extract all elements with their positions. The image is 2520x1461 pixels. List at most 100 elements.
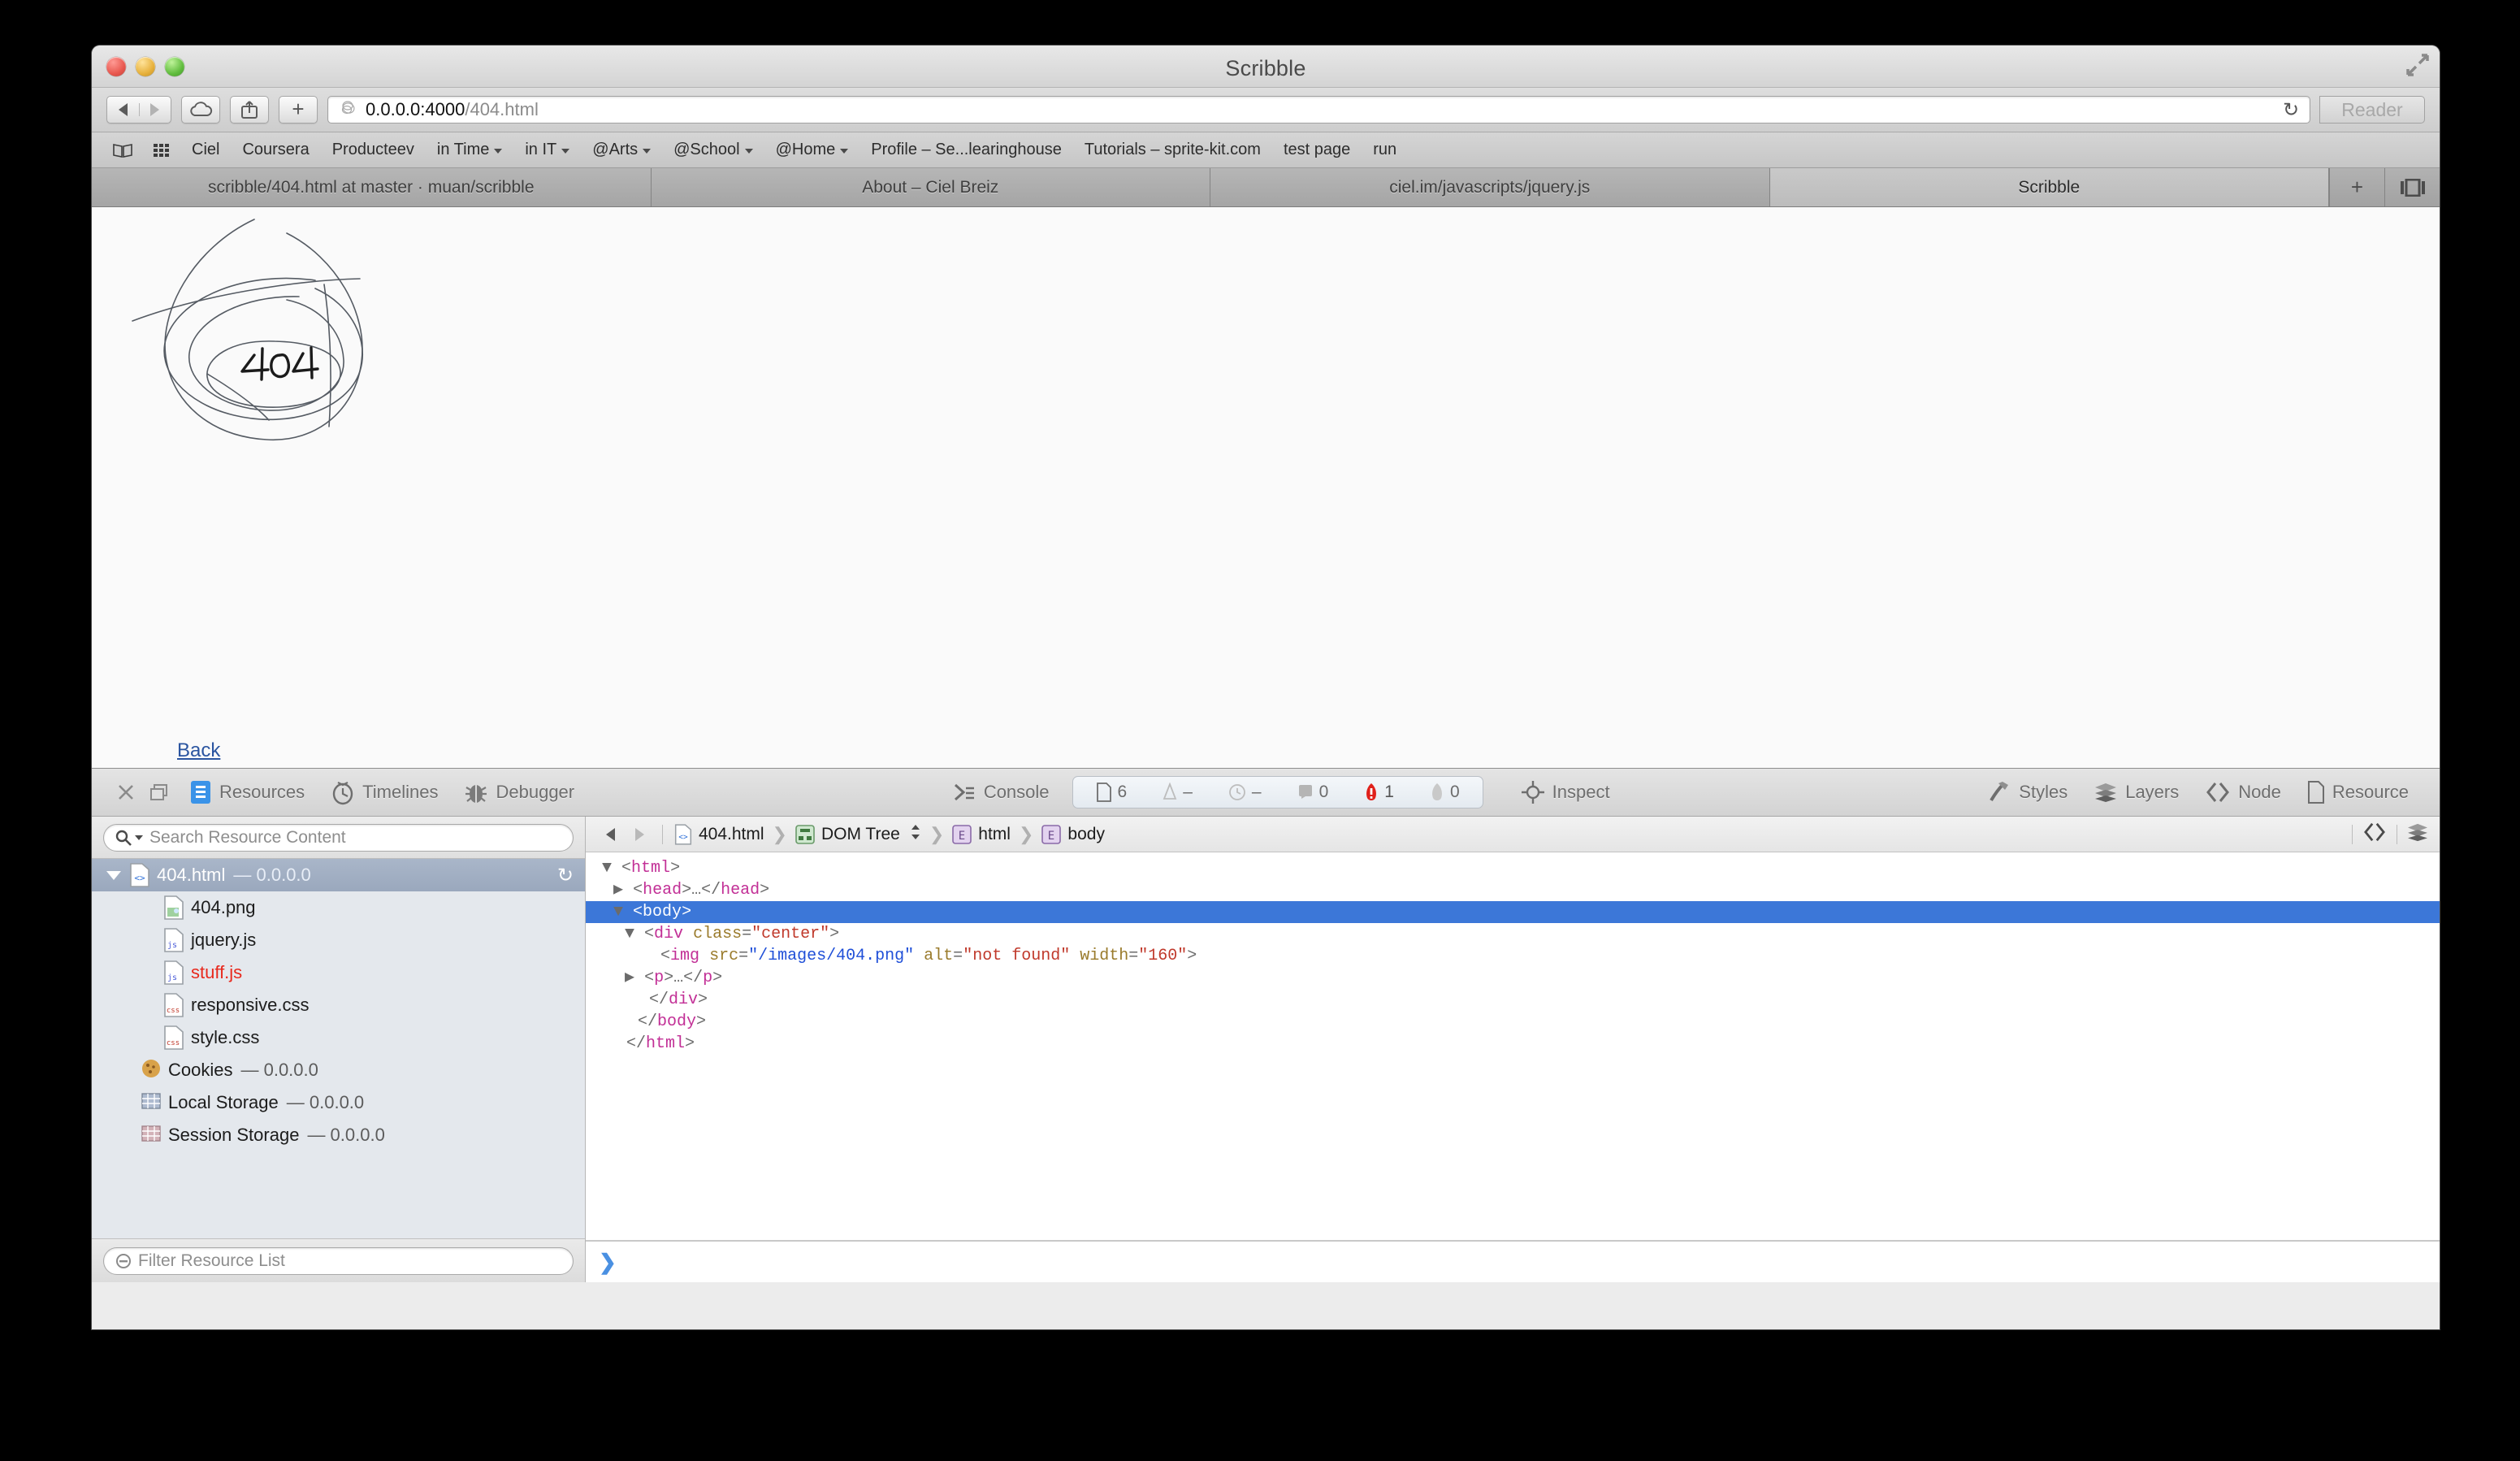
tab-timelines[interactable]: Timelines <box>318 779 451 805</box>
chevron-down-icon[interactable] <box>744 148 753 154</box>
icloud-tabs-button[interactable] <box>181 96 220 124</box>
disclosure-triangle-icon[interactable]: ▶ <box>625 969 634 987</box>
browser-tab-3[interactable]: Scribble <box>1769 168 2329 206</box>
reload-icon[interactable]: ↻ <box>2272 98 2310 122</box>
bookmark-8[interactable]: Profile – Se...learinghouse <box>862 137 1071 163</box>
add-bookmark-button[interactable]: + <box>279 96 318 124</box>
breadcrumb-layers-icon[interactable] <box>2405 822 2430 846</box>
disclosure-triangle-icon[interactable] <box>106 870 121 880</box>
dom-node-row[interactable]: </div> <box>586 989 2440 1011</box>
tab-styles[interactable]: Styles <box>1974 780 2081 804</box>
resource-item-Cookies[interactable]: Cookies — 0.0.0.0 <box>92 1054 585 1086</box>
dom-tree[interactable]: ▼ <html> ▶ <head>…</head> ▼ <body> ▼ <div c… <box>586 852 2440 1240</box>
filter-resource-placeholder: Filter Resource List <box>138 1251 285 1270</box>
dom-node-row[interactable]: <img src="/images/404.png" alt="not foun… <box>586 945 2440 967</box>
tab-resources[interactable]: Resources <box>176 779 318 805</box>
bookmark-3[interactable]: in Time <box>428 137 511 163</box>
dock-inspector-icon[interactable] <box>142 783 176 802</box>
resource-item-Local Storage[interactable]: Local Storage — 0.0.0.0 <box>92 1086 585 1119</box>
stat-time[interactable]: – <box>1210 783 1279 802</box>
chevron-down-icon[interactable] <box>840 148 849 154</box>
resource-item-jquery-js[interactable]: js jquery.js <box>92 924 585 956</box>
stat-errors[interactable]: 1 <box>1346 783 1412 802</box>
stat-warnings[interactable]: 0 <box>1412 783 1478 802</box>
breadcrumb-node-icon[interactable] <box>2361 822 2388 847</box>
search-resource-input[interactable]: Search Resource Content <box>103 823 574 852</box>
close-inspector-icon[interactable] <box>110 783 142 802</box>
breadcrumb-forward-icon[interactable] <box>625 827 654 841</box>
chevron-down-icon[interactable] <box>561 148 570 154</box>
show-all-tabs-icon[interactable] <box>2384 168 2440 206</box>
dom-node-row[interactable]: ▼ <div class="center"> <box>586 923 2440 945</box>
filter-resource-input[interactable]: Filter Resource List <box>103 1246 574 1275</box>
bookmark-6[interactable]: @School <box>665 137 761 163</box>
tab-layers[interactable]: Layers <box>2081 782 2192 803</box>
bookmark-label: in IT <box>525 141 557 158</box>
address-bar[interactable]: 0.0.0.0:4000/404.html ↻ <box>327 96 2310 124</box>
top-sites-icon[interactable] <box>145 140 178 161</box>
breadcrumb-item-body[interactable]: Ebody <box>1038 825 1108 844</box>
breadcrumb-item-DOM-Tree[interactable]: DOM Tree <box>792 823 924 846</box>
resource-item-style-css[interactable]: css style.css <box>92 1021 585 1054</box>
resource-item-responsive-css[interactable]: css responsive.css <box>92 989 585 1021</box>
web-inspector: Resources Timelines Debugger Console 6 –… <box>92 768 2440 1282</box>
fullscreen-icon[interactable] <box>2401 50 2435 80</box>
bookmark-0[interactable]: Ciel <box>183 137 228 163</box>
chevron-down-icon[interactable] <box>494 148 503 154</box>
breadcrumb-back-icon[interactable] <box>595 827 625 841</box>
breadcrumb-item-html[interactable]: Ehtml <box>949 825 1014 844</box>
tab-console[interactable]: Console <box>939 781 1063 804</box>
bookmark-11[interactable]: run <box>1364 137 1405 163</box>
breadcrumb-stepper-icon[interactable] <box>910 823 921 846</box>
console-prompt[interactable]: ❯ <box>586 1240 2440 1282</box>
bookmark-5[interactable]: @Arts <box>583 137 660 163</box>
stat-size-value: – <box>1183 783 1193 801</box>
back-link[interactable]: Back <box>177 739 220 762</box>
bookmark-9[interactable]: Tutorials – sprite-kit.com <box>1076 137 1270 163</box>
bookmark-4[interactable]: in IT <box>516 137 578 163</box>
bookmark-label: @School <box>673 141 740 158</box>
back-button[interactable] <box>107 103 140 116</box>
stat-size[interactable]: – <box>1145 783 1210 802</box>
resource-item-404-html[interactable]: <> 404.html — 0.0.0.0 ↻ <box>92 859 585 891</box>
dom-node-row[interactable]: ▶ <p>…</p> <box>586 967 2440 989</box>
bookmark-1[interactable]: Coursera <box>233 137 318 163</box>
resource-item-Session Storage[interactable]: Session Storage — 0.0.0.0 <box>92 1119 585 1151</box>
dom-node-row[interactable]: </body> <box>586 1011 2440 1033</box>
stat-resource-count[interactable]: 6 <box>1078 783 1145 802</box>
reader-button[interactable]: Reader <box>2319 96 2425 124</box>
dom-node-row[interactable]: ▶ <head>…</head> <box>586 879 2440 901</box>
bookmarks-bar: Ciel Coursera Producteev in Time in IT @Arts @… <box>92 132 2440 168</box>
search-resource-row: Search Resource Content <box>92 817 585 859</box>
browser-tab-0[interactable]: scribble/404.html at master · muan/scrib… <box>92 168 652 206</box>
disclosure-triangle-icon[interactable]: ▼ <box>613 903 623 921</box>
disclosure-triangle-icon[interactable]: ▶ <box>613 881 623 900</box>
resource-item-404-png[interactable]: 404.png <box>92 891 585 924</box>
disclosure-triangle-icon[interactable]: ▼ <box>602 859 612 878</box>
tab-node[interactable]: Node <box>2192 781 2294 804</box>
bookmark-2[interactable]: Producteev <box>323 137 423 163</box>
tab-resource[interactable]: Resource <box>2294 781 2422 804</box>
disclosure-triangle-icon[interactable]: ▼ <box>625 925 634 943</box>
breadcrumb-item-404-html[interactable]: <> 404.html <box>671 823 768 845</box>
browser-tab-1[interactable]: About – Ciel Breiz <box>651 168 1210 206</box>
dom-node-row[interactable]: ▼ <body> <box>586 901 2440 923</box>
share-button[interactable] <box>230 96 269 124</box>
chevron-down-icon[interactable] <box>643 148 652 154</box>
search-scope-caret[interactable] <box>135 835 143 840</box>
sidebar-toggle-icon[interactable] <box>105 140 141 161</box>
stat-logs[interactable]: 0 <box>1279 783 1347 802</box>
new-tab-button[interactable]: + <box>2329 168 2384 206</box>
dom-node-row[interactable]: ▼ <html> <box>586 857 2440 879</box>
resource-item-stuff-js[interactable]: js stuff.js <box>92 956 585 989</box>
bookmark-10[interactable]: test page <box>1275 137 1359 163</box>
inspect-button[interactable]: Inspect <box>1508 780 1623 804</box>
dom-node-row[interactable]: </html> <box>586 1033 2440 1055</box>
browser-tab-2[interactable]: ciel.im/javascripts/jquery.js <box>1210 168 1770 206</box>
bookmark-7[interactable]: @Home <box>767 137 858 163</box>
storage-icon <box>141 1090 161 1115</box>
forward-button[interactable] <box>140 103 171 116</box>
reload-resource-icon[interactable]: ↻ <box>557 864 574 887</box>
window-title: Scribble <box>1225 56 1306 80</box>
tab-debugger[interactable]: Debugger <box>451 779 587 805</box>
